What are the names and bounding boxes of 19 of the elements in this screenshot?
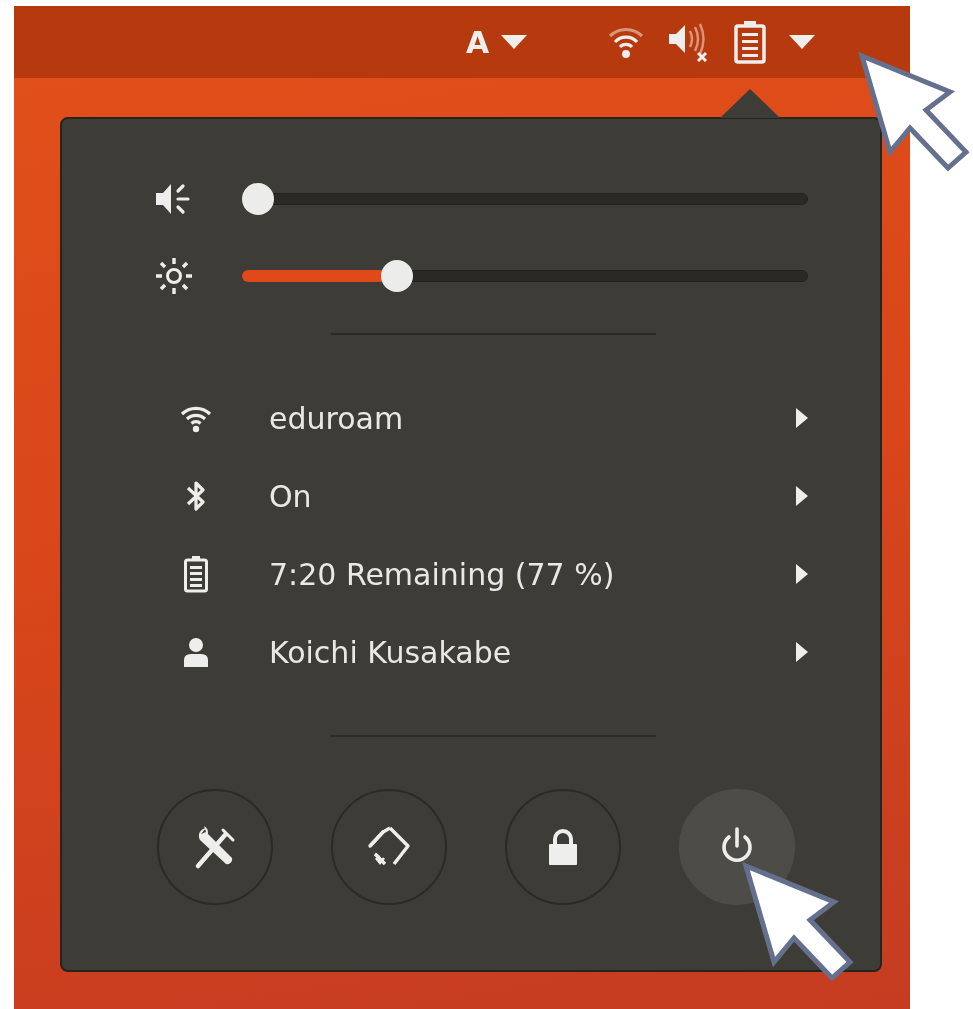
brightness-slider[interactable] — [242, 260, 808, 292]
submenu-arrow-icon — [796, 642, 808, 662]
menu-item[interactable]: eduroam — [154, 379, 808, 457]
submenu-arrow-icon — [796, 408, 808, 428]
menu-item[interactable]: Koichi Kusakabe — [154, 613, 808, 691]
wifi-icon[interactable] — [607, 25, 646, 59]
dropdown-caret-icon — [501, 35, 528, 49]
slider-handle[interactable] — [380, 260, 413, 292]
battery-icon — [182, 555, 209, 593]
dropdown-caret-icon[interactable] — [789, 35, 816, 49]
volume-slider[interactable] — [242, 183, 808, 215]
menu-item[interactable]: On — [154, 457, 808, 535]
menu-item[interactable]: 7:20 Remaining (77 %) — [154, 535, 808, 613]
submenu-arrow-icon — [796, 564, 808, 584]
slider-handle[interactable] — [242, 183, 274, 215]
battery-icon[interactable] — [733, 20, 768, 64]
brightness-icon — [154, 256, 194, 296]
submenu-arrow-icon — [796, 486, 808, 506]
input-method-indicator[interactable]: A — [466, 24, 490, 60]
